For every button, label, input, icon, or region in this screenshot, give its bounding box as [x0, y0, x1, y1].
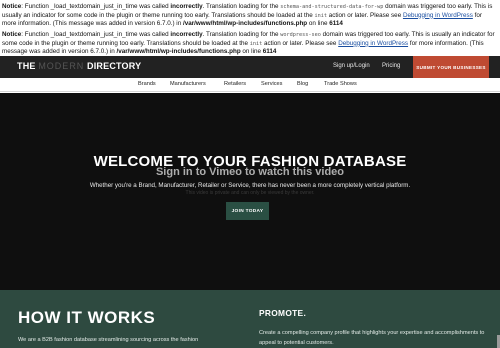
- notice-text: action or later. Please see: [262, 39, 339, 47]
- notice-emphasis: incorrectly: [170, 3, 203, 10]
- notice-path: /var/www/html/wp-includes/functions.php: [182, 20, 308, 28]
- site-logo[interactable]: THE MODERN DIRECTORY: [17, 61, 141, 71]
- promote-description: Create a compelling company profile that…: [259, 330, 485, 346]
- php-notice: Notice: Function _load_textdomain_just_i…: [2, 3, 498, 28]
- notice-domain: wordpress-seo: [280, 32, 321, 39]
- notice-text: on line: [307, 20, 330, 28]
- logo-modern: MODERN: [38, 61, 85, 71]
- promote-title: PROMOTE.: [259, 308, 307, 318]
- nav-trade-shows[interactable]: Trade Shows: [324, 81, 357, 87]
- notice-text: . Translation loading for the: [202, 3, 281, 10]
- debugging-link[interactable]: Debugging in WordPress: [403, 12, 473, 19]
- notice-text: action or later. Please see: [326, 11, 403, 19]
- vimeo-private-note: This video is private and can only be vi…: [185, 190, 315, 196]
- join-today-button[interactable]: JOIN TODAY: [226, 202, 269, 220]
- how-it-works-title: HOW IT WORKS: [18, 308, 156, 327]
- hero-video-section[interactable]: WELCOME TO YOUR FASHION DATABASE Sign in…: [0, 93, 500, 290]
- notice-text: on line: [240, 48, 263, 56]
- notice-action: init: [314, 12, 327, 19]
- signup-login-link[interactable]: Sign up/Login: [333, 63, 370, 69]
- notice-action: init: [249, 40, 263, 47]
- php-notice: Notice: Function _load_textdomain_just_i…: [2, 31, 498, 56]
- nav-blog[interactable]: Blog: [297, 81, 308, 87]
- nav-brands[interactable]: Brands: [138, 81, 156, 87]
- nav-services[interactable]: Services: [261, 81, 282, 87]
- notice-line: 6114: [329, 20, 343, 28]
- notice-domain: schema-and-structured-data-for-wp: [280, 4, 384, 10]
- notice-text: : Function _load_textdomain_just_in_time…: [21, 31, 171, 39]
- hero-subtitle: Whether you're a Brand, Manufacturer, Re…: [89, 182, 411, 189]
- logo-directory: DIRECTORY: [84, 61, 142, 71]
- submit-business-button[interactable]: SUBMIT YOUR BUSINESSES: [413, 56, 489, 78]
- php-notices: Notice: Function _load_textdomain_just_i…: [0, 0, 500, 56]
- vimeo-signin-message: Sign in to Vimeo to watch this video: [155, 166, 345, 178]
- notice-label: Notice: [2, 31, 22, 39]
- main-nav: Brands Manufacturers Retailers Services …: [0, 78, 500, 92]
- notice-label: Notice: [2, 3, 22, 10]
- how-it-works-section: HOW IT WORKS We are a B2B fashion databa…: [0, 290, 500, 348]
- notice-path: /var/www/html/wp-includes/functions.php: [116, 48, 241, 56]
- nav-retailers[interactable]: Retailers: [224, 81, 246, 87]
- pricing-link[interactable]: Pricing: [382, 63, 400, 69]
- debugging-link[interactable]: Debugging in WordPress: [338, 40, 408, 47]
- notice-emphasis: incorrectly: [170, 31, 203, 39]
- nav-manufacturers[interactable]: Manufacturers: [170, 81, 206, 87]
- how-it-works-description: We are a B2B fashion database streamlini…: [18, 337, 199, 343]
- notice-text: . Translation loading for the: [202, 31, 281, 39]
- logo-the: THE: [17, 61, 39, 71]
- notice-line: 6114: [262, 48, 277, 56]
- notice-text: : Function _load_textdomain_just_in_time…: [21, 3, 171, 10]
